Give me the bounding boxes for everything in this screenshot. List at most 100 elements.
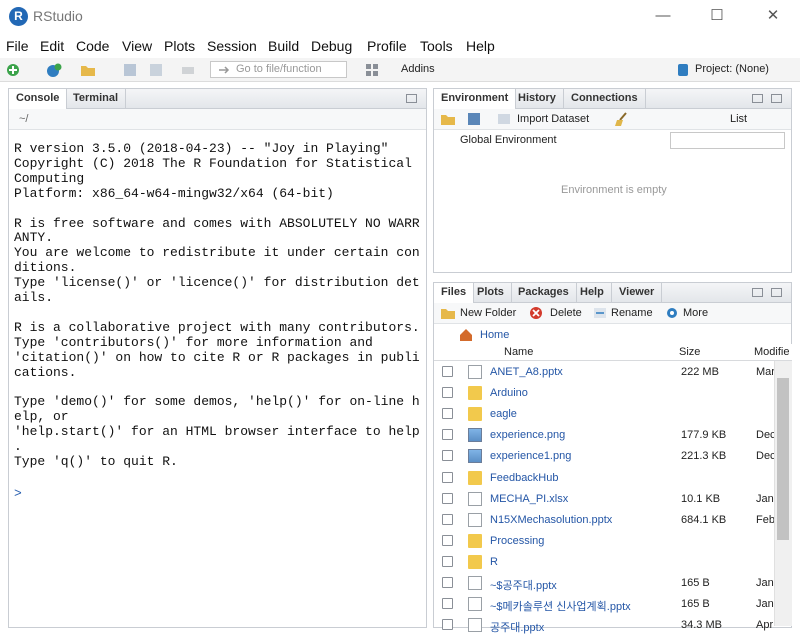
console-pathbar: ~/: [9, 109, 426, 130]
console-prompt[interactable]: >: [14, 486, 22, 501]
file-row[interactable]: ~$메카솔루션 신사업계획.pptx 165 B Jan 11: [434, 594, 774, 615]
menu-help[interactable]: Help: [466, 38, 495, 54]
file-name[interactable]: Arduino: [490, 387, 528, 399]
file-checkbox[interactable]: [442, 366, 453, 377]
close-button[interactable]: ✕: [750, 4, 796, 28]
grid-layout-icon[interactable]: [364, 62, 380, 78]
tab-help[interactable]: Help: [573, 283, 612, 303]
minimize-pane-icon[interactable]: [752, 288, 763, 297]
more-menu[interactable]: More: [683, 307, 708, 319]
menu-file[interactable]: File: [6, 38, 29, 54]
file-name[interactable]: MECHA_PI.xlsx: [490, 493, 568, 505]
minimize-button[interactable]: —: [640, 4, 686, 28]
save-icon[interactable]: [122, 62, 138, 78]
menu-code[interactable]: Code: [76, 38, 109, 54]
maximize-button[interactable]: ☐: [694, 4, 740, 28]
save-workspace-icon[interactable]: [466, 111, 482, 127]
tab-files[interactable]: Files: [434, 283, 475, 304]
menu-profile[interactable]: Profile: [367, 38, 407, 54]
file-checkbox[interactable]: [442, 387, 453, 399]
new-file-icon[interactable]: [5, 62, 21, 78]
tab-terminal[interactable]: Terminal: [66, 89, 127, 109]
file-row[interactable]: ~$공주대.pptx 165 B Jan 12: [434, 573, 774, 594]
file-checkbox[interactable]: [442, 598, 453, 610]
file-checkbox[interactable]: [442, 471, 453, 483]
tab-environment[interactable]: Environment: [434, 89, 517, 110]
file-checkbox[interactable]: [442, 408, 453, 420]
environment-scope-select[interactable]: Global Environment: [460, 134, 557, 146]
file-name[interactable]: eagle: [490, 408, 517, 420]
maximize-pane-icon[interactable]: [771, 94, 782, 103]
folder-icon: [468, 470, 482, 485]
file-name[interactable]: FeedbackHub: [490, 472, 559, 484]
file-name[interactable]: ~$공주대.pptx: [490, 577, 557, 593]
file-row[interactable]: Arduino: [434, 383, 774, 404]
files-scrollbar-thumb[interactable]: [777, 378, 789, 540]
load-workspace-icon[interactable]: [440, 111, 456, 127]
env-search-input[interactable]: [670, 132, 785, 149]
new-folder-button[interactable]: New Folder: [460, 307, 516, 319]
menu-plots[interactable]: Plots: [164, 38, 195, 54]
file-row[interactable]: experience.png 177.9 KB Dec 4,: [434, 425, 774, 446]
menu-session[interactable]: Session: [207, 38, 257, 54]
tab-connections[interactable]: Connections: [564, 89, 646, 109]
file-name[interactable]: 공주대.pptx: [490, 619, 544, 635]
breadcrumb-home[interactable]: Home: [480, 329, 509, 341]
file-name[interactable]: experience.png: [490, 429, 565, 441]
file-name[interactable]: Processing: [490, 535, 544, 547]
file-name[interactable]: R: [490, 556, 498, 568]
file-row[interactable]: N15XMechasolution.pptx 684.1 KB Feb 13: [434, 510, 774, 531]
menu-edit[interactable]: Edit: [40, 38, 64, 54]
tab-plots[interactable]: Plots: [470, 283, 512, 303]
import-dataset-button[interactable]: Import Dataset: [517, 113, 589, 125]
project-menu[interactable]: Project: (None): [695, 63, 769, 75]
print-icon[interactable]: [180, 62, 196, 78]
menu-view[interactable]: View: [122, 38, 152, 54]
home-icon[interactable]: [458, 327, 474, 343]
tab-packages[interactable]: Packages: [511, 283, 577, 303]
file-checkbox[interactable]: [442, 429, 453, 441]
file-checkbox[interactable]: [442, 619, 453, 631]
file-checkbox[interactable]: [442, 513, 453, 525]
file-name[interactable]: experience1.png: [490, 450, 571, 462]
menu-build[interactable]: Build: [268, 38, 299, 54]
list-view-toggle[interactable]: List: [730, 113, 747, 125]
file-row[interactable]: FeedbackHub: [434, 468, 774, 489]
menu-tools[interactable]: Tools: [420, 38, 453, 54]
file-checkbox[interactable]: [442, 577, 453, 588]
file-row[interactable]: eagle: [434, 404, 774, 425]
open-file-icon[interactable]: [80, 62, 96, 78]
delete-button[interactable]: Delete: [550, 307, 582, 319]
file-row[interactable]: MECHA_PI.xlsx 10.1 KB Jan 6,: [434, 489, 774, 510]
maximize-pane-icon[interactable]: [406, 94, 417, 103]
rename-button[interactable]: Rename: [611, 307, 653, 319]
file-row[interactable]: experience1.png 221.3 KB Dec 4,: [434, 446, 774, 467]
tab-viewer[interactable]: Viewer: [612, 283, 663, 303]
column-name[interactable]: Name: [504, 346, 533, 358]
file-row[interactable]: ANET_A8.pptx 222 MB Mar: [434, 362, 774, 383]
file-name[interactable]: ~$메카솔루션 신사업계획.pptx: [490, 598, 631, 614]
file-row[interactable]: Processing: [434, 531, 774, 552]
working-directory[interactable]: ~/: [19, 113, 28, 125]
column-size[interactable]: Size: [679, 346, 700, 358]
file-checkbox[interactable]: [442, 492, 453, 504]
file-checkbox[interactable]: [442, 450, 453, 462]
file-row[interactable]: 공주대.pptx 34.3 MB Apr: [434, 615, 774, 636]
save-all-icon[interactable]: [148, 62, 164, 78]
new-project-icon[interactable]: [46, 62, 62, 78]
tab-console[interactable]: Console: [9, 89, 68, 110]
column-modified[interactable]: Modified: [754, 346, 790, 358]
file-checkbox[interactable]: [442, 534, 453, 546]
tab-history[interactable]: History: [511, 89, 564, 109]
menu-debug[interactable]: Debug: [311, 38, 352, 54]
minimize-pane-icon[interactable]: [752, 94, 763, 103]
maximize-pane-icon[interactable]: [771, 288, 782, 297]
document-icon: [468, 491, 482, 506]
broom-icon[interactable]: [614, 111, 630, 127]
file-name[interactable]: ANET_A8.pptx: [490, 366, 563, 378]
file-size: 34.3 MB: [681, 619, 722, 632]
file-name[interactable]: N15XMechasolution.pptx: [490, 514, 612, 526]
addins-menu[interactable]: Addins: [401, 63, 435, 75]
file-checkbox[interactable]: [442, 555, 453, 567]
file-row[interactable]: R: [434, 552, 774, 573]
